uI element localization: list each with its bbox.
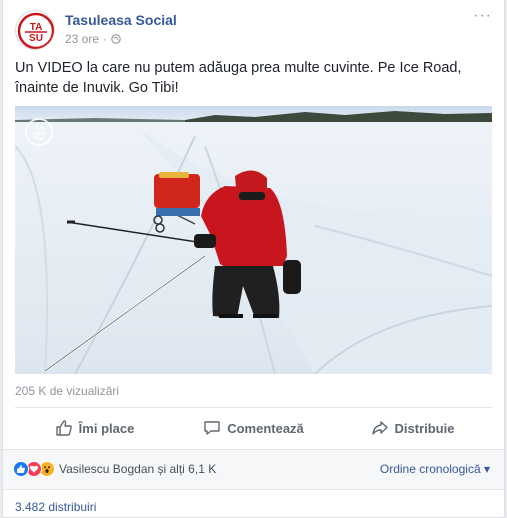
page-avatar[interactable]: TA SU	[15, 10, 55, 50]
view-count: 205 K de vizualizări	[15, 384, 120, 398]
watermark-text-bottom: SU	[33, 133, 44, 142]
like-reaction-icon	[13, 461, 29, 477]
like-label: Îmi place	[78, 420, 135, 436]
share-button[interactable]: Distribuie	[333, 411, 492, 445]
post-time[interactable]: 23 ore	[65, 32, 99, 46]
post-actions: Îmi place Comentează Distribuie	[15, 411, 492, 445]
reaction-icons[interactable]	[13, 461, 57, 479]
shares-count-link[interactable]: 3.482 distribuiri	[15, 500, 96, 514]
video-frame-snow-scene	[15, 106, 492, 374]
reactions-bar: Vasilescu Bogdan și alți 6,1 K Ordine cr…	[3, 449, 504, 489]
comment-button[interactable]: Comentează	[174, 411, 333, 445]
comment-order-dropdown[interactable]: Ordine cronologică ▾	[380, 462, 490, 476]
more-options-icon[interactable]: ···	[473, 8, 492, 24]
comment-order-label: Ordine cronologică	[379, 462, 481, 476]
chevron-down-icon: ▾	[483, 462, 490, 476]
actions-top-divider	[15, 407, 492, 408]
post-header: TA SU Tasuleasa Social 23 ore · ···	[15, 8, 492, 50]
avatar-text-bottom: SU	[29, 33, 43, 44]
thumbs-up-icon	[55, 420, 72, 436]
page-logo: TA SU	[17, 12, 54, 49]
video-player[interactable]: TA SU	[15, 106, 492, 374]
share-label: Distribuie	[394, 420, 455, 436]
page-watermark-logo: TA SU	[25, 118, 53, 146]
shares-divider	[3, 489, 504, 490]
comment-icon	[204, 421, 220, 435]
share-arrow-icon	[371, 421, 388, 435]
comment-label: Comentează	[227, 420, 304, 436]
like-button[interactable]: Îmi place	[15, 411, 174, 445]
post-card: TA SU Tasuleasa Social 23 ore · ··· Un V…	[2, 0, 505, 518]
post-text: Un VIDEO la care nu putem adăuga prea mu…	[15, 60, 462, 96]
globe-icon	[111, 34, 121, 44]
reactions-summary[interactable]: Vasilescu Bogdan și alți 6,1 K	[59, 462, 216, 476]
page-name-link[interactable]: Tasuleasa Social	[65, 12, 177, 28]
post-meta: 23 ore ·	[65, 32, 121, 46]
meta-separator: ·	[103, 32, 108, 46]
watermark-text-top: TA	[34, 124, 44, 133]
